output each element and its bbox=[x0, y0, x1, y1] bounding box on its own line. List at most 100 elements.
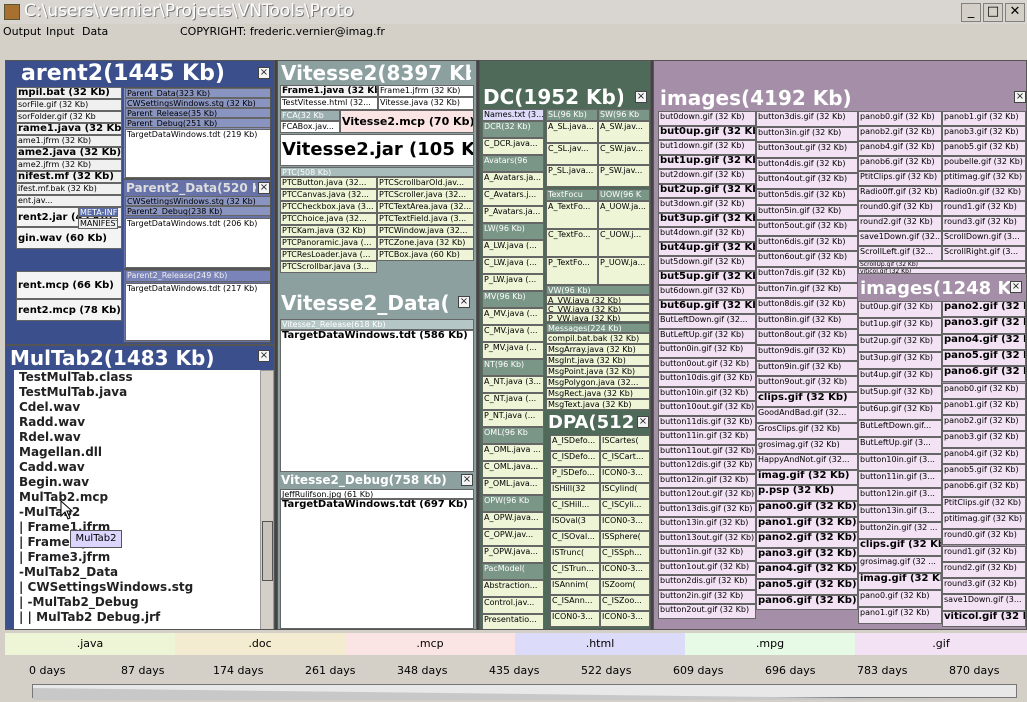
vw-folder[interactable]: VW(96 Kb) bbox=[546, 285, 650, 295]
ptc-file[interactable]: PTCTextField.java (3... bbox=[377, 213, 474, 225]
parent2-data-folder[interactable]: Parent2_Data(520 Kb × CWSettingsWindows.st… bbox=[123, 179, 271, 269]
sl-file[interactable]: P_SL.java... bbox=[546, 165, 598, 187]
sl-file[interactable]: C_SL.jav... bbox=[546, 143, 598, 165]
multab2-list-item[interactable]: | -MulTab2_Debug bbox=[18, 595, 258, 610]
multab2-list-item[interactable]: Rdel.wav bbox=[18, 430, 258, 445]
dc-entry[interactable]: C_DCR.java... bbox=[482, 138, 544, 155]
gif-file[interactable]: PtitClips.gif (32 Kb) bbox=[942, 496, 1026, 513]
legend-item-doc[interactable]: .doc bbox=[175, 633, 345, 655]
gif-file[interactable]: but2down.gif (32 Kb) bbox=[658, 169, 756, 184]
dpa-entry[interactable]: P_ISDefo... bbox=[550, 467, 600, 483]
dpa-entry[interactable]: C_ISAnn... bbox=[550, 595, 600, 611]
close-icon[interactable]: × bbox=[635, 91, 647, 103]
gif-file[interactable]: poubelle.gif (32 Kb) bbox=[942, 156, 1026, 171]
gif-file[interactable]: button5out.gif (32 Kb) bbox=[756, 220, 858, 236]
dc-entry[interactable]: NT(96 Kb) bbox=[482, 359, 544, 376]
gif-file[interactable]: panob1.gif (32 Kb) bbox=[942, 398, 1026, 416]
gif-file[interactable]: but2up.gif (32 Kb) bbox=[858, 335, 942, 352]
fca-folder[interactable]: FCA(32 Kb bbox=[280, 110, 340, 121]
multab2-list-item[interactable]: MulTab2.mcp bbox=[18, 490, 258, 505]
multab2-list-item[interactable]: Cdel.wav bbox=[18, 400, 258, 415]
gif-file[interactable]: button8dis.gif (32 Kb) bbox=[756, 298, 858, 314]
sl-file[interactable]: A_SL.java... bbox=[546, 121, 598, 143]
parent2-file[interactable]: ame2.jfrm (32 Kb) bbox=[16, 159, 122, 171]
dpa-entry[interactable]: C_ISTrun... bbox=[550, 563, 600, 579]
gif-file[interactable]: panob5.gif (32 Kb) bbox=[942, 464, 1026, 481]
dc-entry[interactable]: A_OPW.java... bbox=[482, 512, 544, 529]
dc-entry[interactable]: C_LW.java (... bbox=[482, 257, 544, 274]
close-icon[interactable]: × bbox=[461, 474, 473, 486]
sw-file[interactable]: A_SW.jav... bbox=[598, 121, 650, 143]
gif-file[interactable]: but4up.gif (32 Kb) bbox=[658, 241, 756, 256]
gif-file[interactable]: but1up.gif (32 Kb) bbox=[658, 154, 756, 169]
message-file[interactable]: compil.bat.bak (32 Kb) bbox=[546, 333, 650, 344]
gif-file[interactable]: pano1.gif (32 Kb) bbox=[858, 607, 942, 624]
gif-file[interactable]: button10out.gif (32 Kb) bbox=[658, 401, 756, 416]
gif-file[interactable]: clips.gif (32 Kb) bbox=[756, 391, 858, 408]
gif-file[interactable]: button11out.gif (32 Kb) bbox=[658, 444, 756, 459]
scrollbar-thumb[interactable] bbox=[262, 521, 273, 581]
vitesse2-folder[interactable]: Vitesse2(8397 Kb) Frame1.java (32 Kb) Fram… bbox=[277, 60, 477, 630]
gif-file[interactable]: round0.gif (32 Kb) bbox=[858, 201, 942, 216]
gif-file[interactable]: button7dis.gif (32 Kb) bbox=[756, 267, 858, 283]
gif-file[interactable]: button7in.gif (32 Kb) bbox=[756, 282, 858, 299]
dpa-entry[interactable]: ISTrunc( bbox=[550, 547, 600, 563]
sw-file[interactable]: P_SW.jav... bbox=[598, 165, 650, 187]
dc-entry[interactable]: MV(96 Kb) bbox=[482, 291, 544, 308]
gif-file[interactable]: pano4.gif (32 Kb) bbox=[942, 333, 1026, 350]
dpa-entry[interactable]: ICON0-3... bbox=[600, 563, 650, 579]
legend-item-java[interactable]: .java bbox=[5, 633, 175, 655]
target-data-file[interactable]: TargetDataWindows.tdt (697 Kb) bbox=[280, 499, 474, 629]
multab2-list-item[interactable]: TestMulTab.java bbox=[18, 385, 258, 400]
gif-file[interactable]: HappyAndNot.gif (32... bbox=[756, 454, 858, 470]
maximize-button[interactable]: □ bbox=[983, 3, 1003, 22]
gif-file[interactable]: button13dis.gif (32 Kb) bbox=[658, 502, 756, 517]
gif-file[interactable]: ScrollLeft.gif (32... bbox=[858, 246, 942, 261]
target-data-file[interactable]: TargetDataWindows.tdt (586 Kb) bbox=[280, 330, 474, 472]
dpa-entry[interactable]: ICON0-3... bbox=[600, 467, 650, 483]
gif-file[interactable]: button11in.gif (32 Kb) bbox=[658, 430, 756, 445]
legend-item-html[interactable]: .html bbox=[515, 633, 685, 655]
dpa-entry[interactable]: C_ISDefo... bbox=[550, 451, 600, 467]
gif-file[interactable]: pano4.gif (32 Kb) bbox=[756, 563, 858, 579]
gif-file[interactable]: ButLeftUp.gif (3... bbox=[858, 437, 942, 454]
gif-file[interactable]: ScrollRight.gif (3... bbox=[942, 246, 1026, 261]
gif-file[interactable]: pano2.gif (32 Kb) bbox=[756, 532, 858, 548]
parent2-file[interactable]: ent.jav... bbox=[16, 195, 122, 207]
ptc-file[interactable]: PTCCanvas.java (32... bbox=[280, 189, 377, 201]
gif-file[interactable]: panob2.gif (32 Kb) bbox=[942, 415, 1026, 432]
dc-entry[interactable]: P_LW.java (... bbox=[482, 274, 544, 291]
menu-data[interactable]: Data bbox=[82, 25, 108, 38]
gif-file[interactable]: button2in.gif (32 Kb) bbox=[658, 589, 756, 604]
uow-file[interactable]: C_UOW.j... bbox=[598, 229, 650, 257]
multab2-list-item[interactable]: | Frame1.jfrm bbox=[18, 520, 258, 535]
multab2-list-item[interactable]: Radd.wav bbox=[18, 415, 258, 430]
gif-file[interactable]: button5in.gif (32 Kb) bbox=[756, 204, 858, 221]
uow-file[interactable]: A_UOW.ja... bbox=[598, 201, 650, 229]
vw-file[interactable]: C_VW.java (32 Kb) bbox=[546, 304, 650, 313]
multab2-folder[interactable]: MulTab2(1483 Kb) × TestMulTab.class TestMul… bbox=[5, 345, 275, 630]
gif-file[interactable]: panob3.gif (32 Kb) bbox=[942, 126, 1026, 141]
gif-file[interactable]: pano3.gif (32 Kb) bbox=[756, 547, 858, 564]
gif-file[interactable]: button11in.gif (3... bbox=[858, 471, 942, 488]
dc-entry[interactable]: C_OPW.jav... bbox=[482, 529, 544, 546]
meta-inf-folder[interactable]: META-INF bbox=[78, 207, 118, 217]
gif-file[interactable]: but3down.gif (32 Kb) bbox=[658, 198, 756, 213]
gif-file[interactable]: button3dis.gif (32 Kb) bbox=[756, 111, 858, 127]
vitesse2-release-folder[interactable]: Vitesse2_Release(618 Kb) bbox=[280, 319, 474, 330]
gif-file[interactable]: button0out.gif (32 Kb) bbox=[658, 357, 756, 372]
gif-file[interactable]: Radio0n.gif (32 Kb) bbox=[942, 186, 1026, 201]
menu-output[interactable]: Output bbox=[3, 25, 41, 38]
gif-file[interactable]: button12in.gif (32 Kb) bbox=[658, 473, 756, 488]
ptc-file[interactable]: PTCTextArea.java (32... bbox=[377, 201, 474, 213]
dpa-entry[interactable]: C_ISZoo... bbox=[600, 595, 650, 611]
gif-file[interactable]: button3out.gif (32 Kb) bbox=[756, 142, 858, 158]
multab2-list-item[interactable]: | | MulTab2 Debug.jrf bbox=[18, 610, 258, 625]
dpa-entry[interactable]: ISAnnim( bbox=[550, 579, 600, 595]
ptc-file[interactable]: PTCZone.java (32 Kb) bbox=[377, 237, 474, 249]
dc-entry[interactable]: A_OML.java ... bbox=[482, 444, 544, 461]
multab2-list-item[interactable]: | Frame2.jfrm bbox=[18, 535, 258, 550]
ptc-file[interactable]: PTCButton.java (32... bbox=[280, 177, 377, 189]
dc-entry[interactable]: P_MV.java (... bbox=[482, 342, 544, 359]
parent2-file[interactable]: ame1.jfrm (32 Kb) bbox=[16, 135, 122, 147]
